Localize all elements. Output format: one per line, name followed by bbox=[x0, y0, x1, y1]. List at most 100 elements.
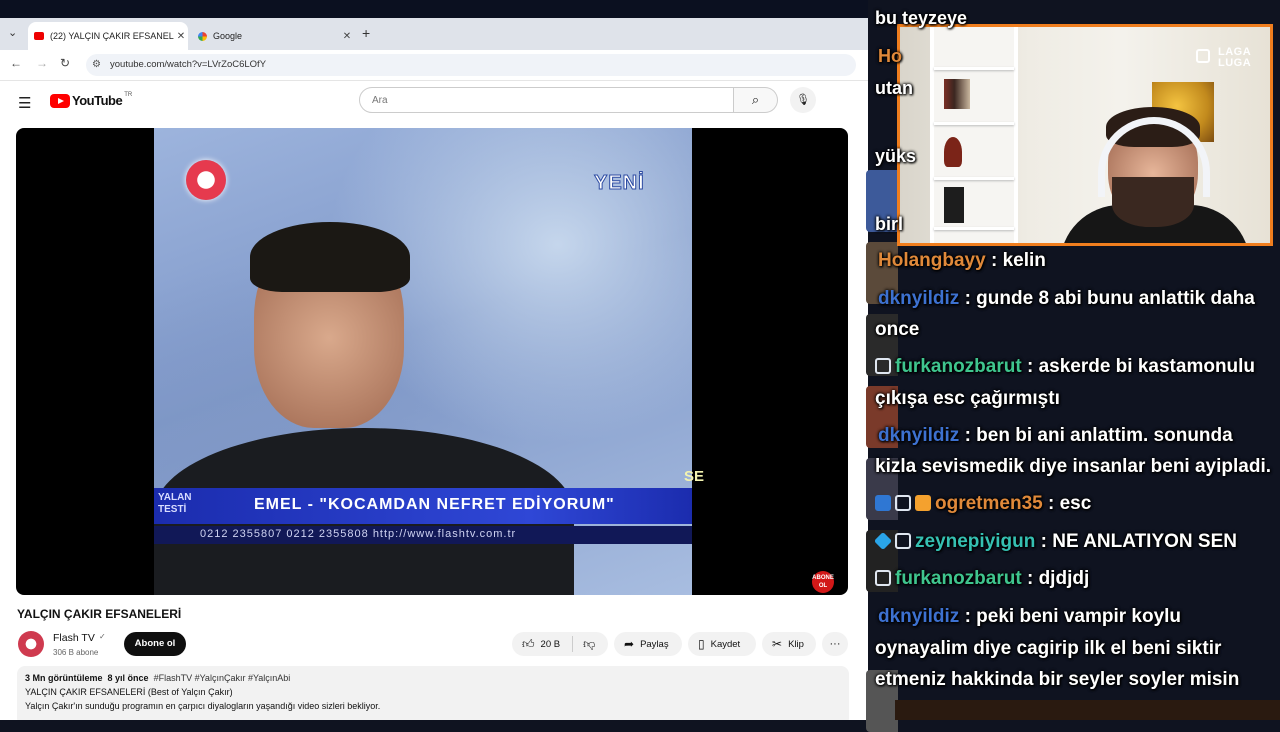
url-field[interactable]: ⚙ youtube.com/watch?v=LVrZoC6LOfY bbox=[86, 54, 856, 76]
clip-label: Klip bbox=[788, 638, 804, 650]
hashtags[interactable]: #FlashTV #YalçınÇakır #YalçınAbi bbox=[154, 673, 291, 683]
youtube-play-icon bbox=[50, 93, 70, 108]
chat-username: zeynepiyigun bbox=[915, 531, 1036, 552]
voice-search-button[interactable]: 🎙 bbox=[790, 87, 816, 113]
tab-title: Google bbox=[213, 31, 243, 41]
channel-name[interactable]: Flash TV bbox=[53, 632, 95, 644]
brand-logo-text: LAGA LUGA bbox=[1218, 46, 1252, 69]
upload-age: 8 yıl önce bbox=[107, 673, 149, 683]
bookshelf bbox=[930, 27, 1018, 243]
chat-message: dknyildiz : gunde 8 abi bunu anlattik da… bbox=[878, 288, 1255, 310]
divider bbox=[572, 636, 574, 652]
tab-google[interactable]: Google ✕ bbox=[192, 22, 354, 50]
save-button[interactable]: ▯ Kaydet bbox=[688, 632, 756, 656]
share-button[interactable]: ➦ Paylaş bbox=[614, 632, 682, 656]
subscribe-watermark[interactable]: ABONE OL bbox=[812, 571, 834, 593]
lower-third-headline: EMEL - "KOCAMDAN NEFRET EDİYORUM" bbox=[254, 496, 615, 513]
tab-title: (22) YALÇIN ÇAKIR EFSANELERİ bbox=[50, 31, 174, 41]
youtube-favicon-icon bbox=[34, 32, 44, 40]
bookmark-icon: ▯ bbox=[698, 637, 705, 651]
moderator-badge-icon bbox=[875, 495, 891, 511]
google-favicon-icon bbox=[198, 31, 207, 41]
browser-window: ⌄ (22) YALÇIN ÇAKIR EFSANELERİ ✕ Google … bbox=[0, 18, 868, 720]
search-icon: ⌕ bbox=[751, 92, 760, 107]
chat-message: Holangbayy : kelin bbox=[878, 250, 1046, 272]
subscriber-count: 306 B abone bbox=[53, 648, 99, 657]
reload-icon[interactable]: ↻ bbox=[60, 56, 70, 70]
chat-fragment: Ho bbox=[878, 46, 902, 66]
channel-bug-logo bbox=[186, 160, 226, 200]
thumbs-up-icon[interactable]: 👍︎ bbox=[522, 637, 535, 652]
side-caption: SE bbox=[684, 468, 705, 485]
chat-message: furkanozbarut : djdjdj bbox=[875, 568, 1089, 590]
presenter-hair bbox=[250, 222, 410, 292]
stream-bottom-bar bbox=[895, 700, 1280, 720]
forward-arrow-icon[interactable]: → bbox=[36, 56, 48, 70]
menu-icon[interactable]: ☰ bbox=[18, 94, 31, 112]
ticker-text: 0212 2355807 0212 2355808 http://www.fla… bbox=[200, 528, 517, 540]
lagaluga-badge-icon bbox=[875, 358, 891, 374]
chat-fragment: birl bbox=[875, 214, 904, 234]
back-arrow-icon[interactable]: ← bbox=[10, 56, 22, 70]
search-input[interactable]: Ara bbox=[359, 87, 734, 113]
chat-username: dknyildiz bbox=[878, 288, 960, 309]
lagaluga-badge-icon bbox=[895, 495, 911, 511]
chat-text: : gunde 8 abi bunu anlattik daha bbox=[959, 288, 1255, 309]
ticker-bar: 0212 2355807 0212 2355808 http://www.fla… bbox=[154, 526, 692, 544]
lagaluga-logo-icon bbox=[1196, 49, 1210, 63]
logo-text: YouTube bbox=[72, 93, 123, 108]
description-line: Yalçın Çakır'ın sunduğu programın en çar… bbox=[25, 701, 381, 711]
crown-badge-icon bbox=[915, 495, 931, 511]
chat-continuation: etmeniz hakkinda bir seyler soyler misin bbox=[875, 669, 1240, 690]
chat-username: furkanozbarut bbox=[895, 568, 1022, 589]
tab-youtube[interactable]: (22) YALÇIN ÇAKIR EFSANELERİ ✕ bbox=[28, 22, 188, 50]
description-line: YALÇIN ÇAKIR EFSANELERİ (Best of Yalçın … bbox=[25, 687, 233, 697]
channel-avatar[interactable] bbox=[18, 631, 44, 657]
chat-username: dknyildiz bbox=[878, 606, 960, 627]
video-player[interactable]: YENİ SE YALAN TESTİ EMEL - "KOCAMDAN NEF… bbox=[16, 128, 848, 595]
search-button[interactable]: ⌕ bbox=[734, 87, 778, 113]
thumbs-down-icon[interactable]: 👎︎ bbox=[583, 637, 595, 652]
site-info-icon[interactable]: ⚙ bbox=[92, 59, 101, 70]
chat-text: : kelin bbox=[985, 250, 1046, 271]
close-tab-icon[interactable]: ✕ bbox=[340, 31, 354, 42]
chat-username: ogretmen35 bbox=[935, 493, 1043, 514]
webcam-overlay: LAGA LUGA bbox=[897, 24, 1273, 246]
youtube-logo[interactable]: YouTube TR bbox=[50, 92, 132, 108]
new-tab-button[interactable]: + bbox=[362, 25, 370, 41]
more-actions-button[interactable]: ··· bbox=[822, 632, 848, 656]
chat-continuation: oynayalim diye cagirip ilk el beni sikti… bbox=[875, 638, 1222, 659]
like-count[interactable]: 20 B bbox=[541, 639, 561, 650]
description-box[interactable]: 3 Mn görüntüleme 8 yıl önce #FlashTV #Ya… bbox=[17, 666, 849, 720]
chat-text: : NE ANLATIYON SEN bbox=[1035, 531, 1237, 552]
subscribe-button[interactable]: Abone ol bbox=[124, 632, 186, 656]
lagaluga-badge-icon bbox=[895, 533, 911, 549]
verified-icon: ✓ bbox=[99, 632, 106, 641]
chat-message: ogretmen35 : esc bbox=[875, 493, 1091, 515]
scissors-icon: ✂ bbox=[772, 637, 783, 651]
stream-top-bar bbox=[0, 0, 868, 18]
description-meta: 3 Mn görüntüleme 8 yıl önce #FlashTV #Ya… bbox=[25, 673, 290, 683]
chat-username: Holangbayy bbox=[878, 250, 986, 271]
chat-text: : ben bi ani anlattim. sonunda bbox=[959, 425, 1233, 446]
chat-text: : djdjdj bbox=[1021, 568, 1090, 589]
share-label: Paylaş bbox=[640, 638, 669, 650]
lower-third: YALAN TESTİ EMEL - "KOCAMDAN NEFRET EDİY… bbox=[154, 488, 692, 524]
video-frame: YENİ SE YALAN TESTİ EMEL - "KOCAMDAN NEF… bbox=[154, 128, 704, 595]
lower-third-label: YALAN TESTİ bbox=[158, 492, 192, 515]
new-badge: YENİ bbox=[594, 172, 645, 195]
close-tab-icon[interactable]: ✕ bbox=[174, 31, 188, 42]
clip-button[interactable]: ✂ Klip bbox=[762, 632, 816, 656]
tab-search-chevron-icon[interactable]: ⌄ bbox=[8, 26, 17, 39]
chat-continuation: kizla sevismedik diye insanlar beni ayip… bbox=[875, 456, 1272, 477]
view-count: 3 Mn görüntüleme bbox=[25, 673, 103, 683]
chat-fragment: utan bbox=[875, 78, 913, 98]
chat-message: furkanozbarut : askerde bi kastamonulu bbox=[875, 356, 1255, 378]
save-label: Kaydet bbox=[710, 638, 741, 650]
tab-strip: ⌄ (22) YALÇIN ÇAKIR EFSANELERİ ✕ Google … bbox=[0, 18, 868, 50]
chat-text: : peki beni vampir koylu bbox=[959, 606, 1182, 627]
video-title: YALÇIN ÇAKIR EFSANELERİ bbox=[17, 607, 182, 621]
chat-username: dknyildiz bbox=[878, 425, 960, 446]
chat-continuation: çıkışa esc çağırmıştı bbox=[875, 388, 1060, 409]
chat-fragment: yüks bbox=[875, 146, 917, 166]
